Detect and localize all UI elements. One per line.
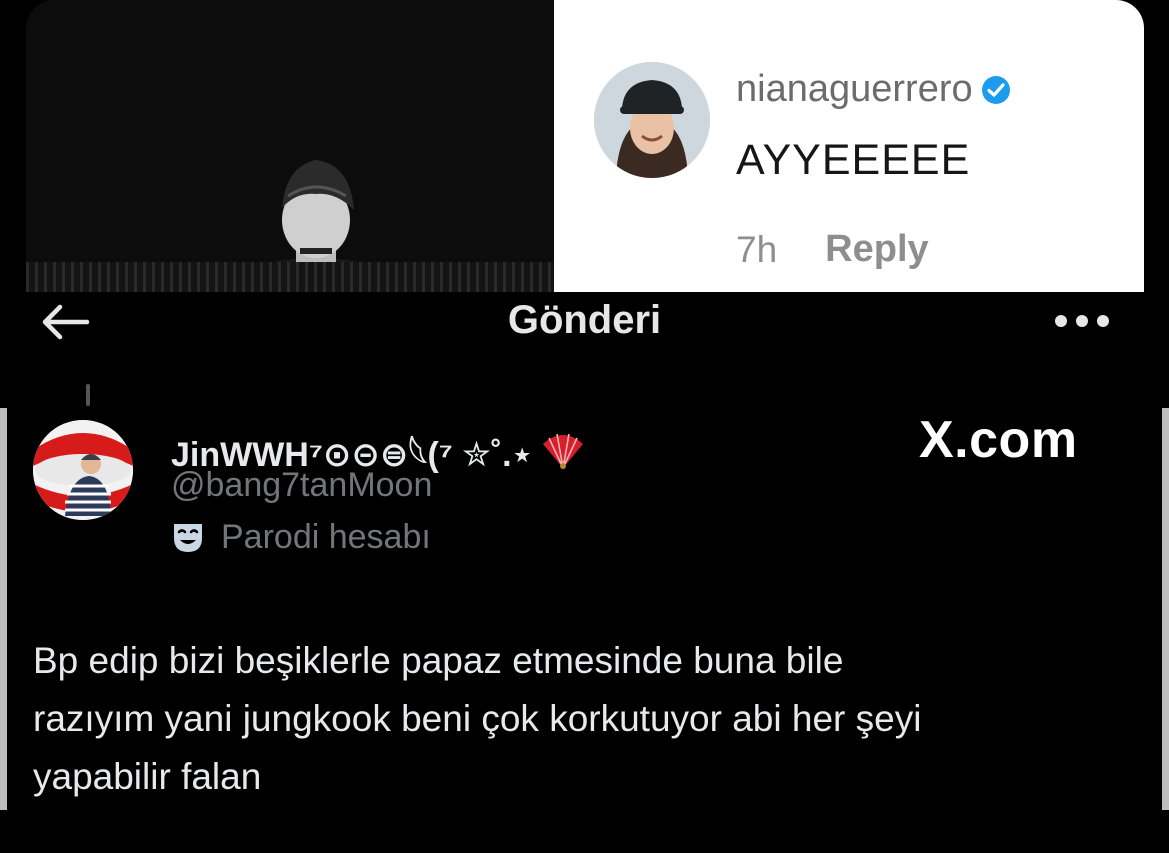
xcom-watermark: X.com xyxy=(919,411,1078,469)
parody-account-label: Parodi hesabı xyxy=(221,518,431,556)
tweet-body-line: Bp edip bizi beşiklerle papaz etmesinde … xyxy=(33,640,844,681)
tweet-body-text: Bp edip bizi beşiklerle papaz etmesinde … xyxy=(33,632,1143,806)
tweet-author-avatar[interactable] xyxy=(33,420,133,520)
folding-fan-icon xyxy=(542,433,583,469)
tweet-card: JinWWH⁷⊙⊝⊜𓆩(⁷ ✮˚.⋆ @bang7tanMoon Parodi … xyxy=(7,408,1162,810)
screenshot-canvas: nianaguerrero AYYEEEEE 7h Reply Gönderi xyxy=(0,0,1169,853)
thread-connector-line xyxy=(86,384,90,406)
tweet-author-avatar-image xyxy=(33,420,133,520)
comment-text: AYYEEEEE xyxy=(736,136,971,184)
tweet-author-handle[interactable]: @bang7tanMoon xyxy=(171,466,432,505)
reply-button[interactable]: Reply xyxy=(825,228,928,271)
commenter-username[interactable]: nianaguerrero xyxy=(736,68,973,111)
video-stage-stripe xyxy=(26,262,554,292)
tweet-body-line: yapabilir falan xyxy=(33,756,262,797)
verified-badge-icon xyxy=(981,75,1010,104)
theater-mask-icon xyxy=(174,523,202,552)
commenter-avatar-image xyxy=(594,62,710,178)
comment-timestamp: 7h xyxy=(736,228,778,270)
tweet-frame-right-edge xyxy=(1162,408,1169,810)
comment-card: nianaguerrero AYYEEEEE 7h Reply xyxy=(554,0,1144,292)
tweet-frame-left-edge xyxy=(0,408,7,810)
page-title: Gönderi xyxy=(507,298,662,342)
video-thumbnail[interactable] xyxy=(26,0,554,292)
more-horizontal-icon[interactable] xyxy=(1054,314,1110,328)
tweet-body-line: razıyım yani jungkook beni çok korkutuyo… xyxy=(33,698,922,739)
commenter-avatar[interactable] xyxy=(594,62,710,178)
